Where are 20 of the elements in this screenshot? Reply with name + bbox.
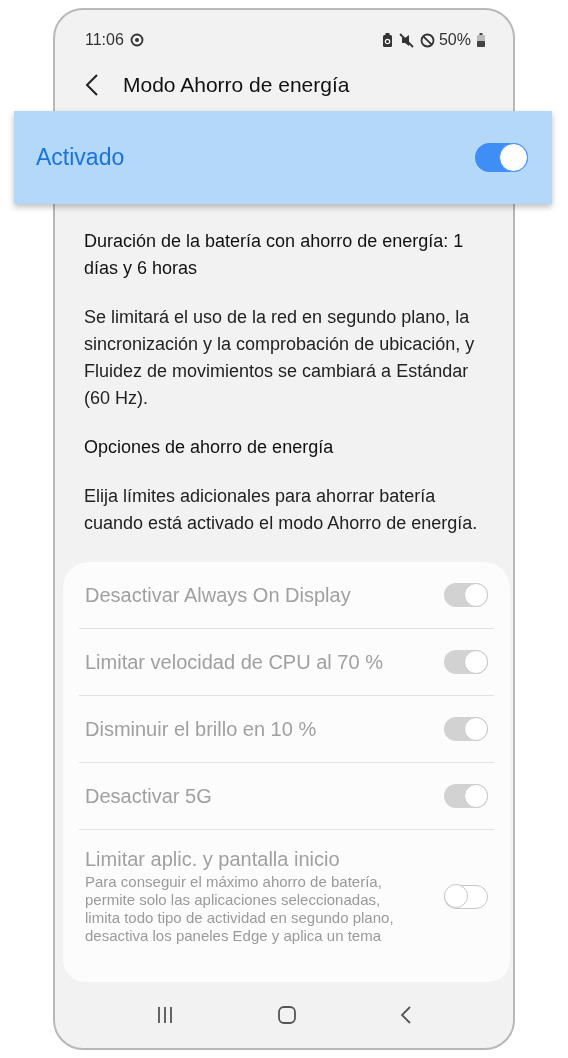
back-icon [85,73,99,97]
option-description: Para conseguir el máximo ahorro de batería, permite solo las aplicaciones seleccionadas, limita todo tipo de actividad en segundo plano, desactiva los paneles Edge y aplica un tema [85,873,395,945]
status-time: 11:06 [85,31,124,49]
section-description: Elija límites adicionales para ahorrar batería cuando está activado el modo Ahorro de energía. [84,485,479,535]
battery-duration-text: Duración de la batería con ahorro de energía: 1 días y 6 horas [84,230,465,280]
battery-icon [477,33,485,47]
home-icon [277,1005,297,1025]
battery-saver-icon [381,32,393,48]
battery-percent: 50% [438,31,471,49]
section-heading: Opciones de ahorro de energía [84,436,335,459]
toggle-switch[interactable] [475,143,528,172]
do-not-disturb-icon [419,32,435,48]
switch-label: Activado [36,144,125,171]
master-switch-bar[interactable]: Activado [14,111,552,204]
circle-status-icon [129,33,144,47]
recent-apps-icon [156,1006,175,1024]
back-icon [399,1005,412,1025]
page-title: Modo Ahorro de energía [123,73,350,97]
description-text: Se limitará el uso de la red en segundo plano, la sincronización y la comprobación de ubicación, y Fluidez de movimientos se cambiará a Estándar (60 Hz). [84,306,476,410]
mute-icon [398,32,414,48]
